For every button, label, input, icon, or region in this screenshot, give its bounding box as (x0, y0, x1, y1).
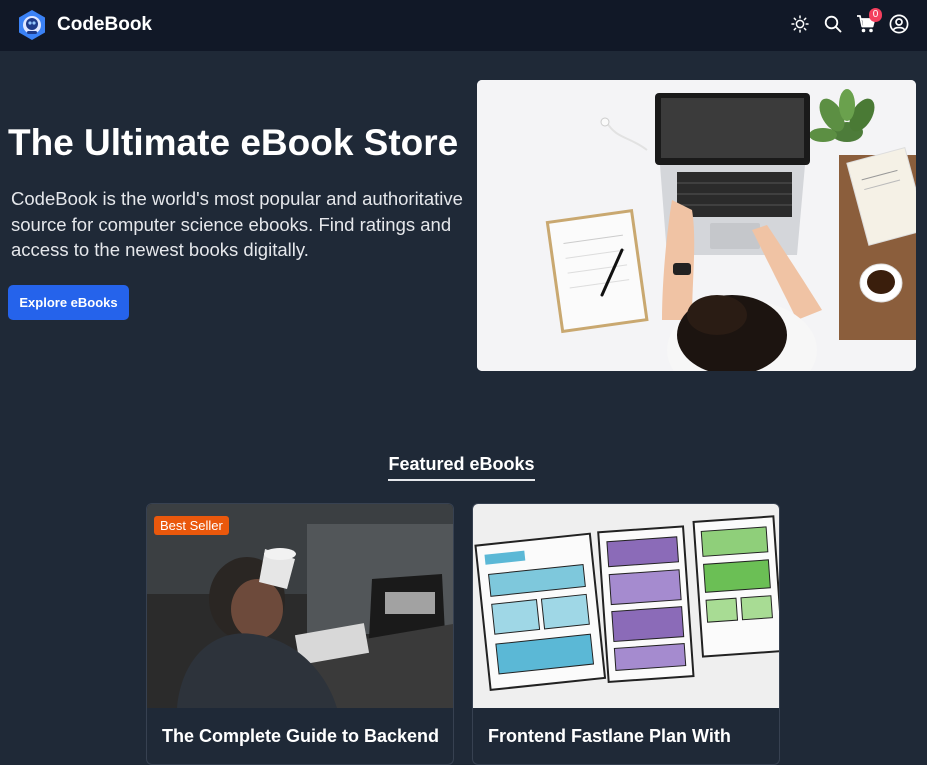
ebook-cover-image[interactable] (473, 504, 779, 708)
ebook-card-title[interactable]: Frontend Fastlane Plan With (488, 726, 773, 747)
search-icon[interactable] (822, 13, 844, 35)
best-seller-badge: Best Seller (154, 516, 229, 535)
ebook-card[interactable]: Frontend Fastlane Plan With (472, 503, 780, 765)
ebook-card-title[interactable]: The Complete Guide to Backend (162, 726, 447, 747)
featured-title: Featured eBooks (388, 454, 535, 481)
navbar-actions: 0 (789, 8, 910, 35)
codebook-logo-icon (19, 10, 45, 40)
user-icon[interactable] (888, 13, 910, 35)
hero-title: The Ultimate eBook Store (8, 122, 459, 163)
hero-description: CodeBook is the world's most popular and… (11, 188, 463, 260)
featured-heading: Featured eBooks (0, 454, 923, 481)
cart-button[interactable]: 0 (855, 8, 882, 35)
hero-image (477, 80, 916, 371)
brand-name: CodeBook (57, 14, 152, 35)
sun-icon[interactable] (789, 13, 811, 35)
brand-link[interactable]: CodeBook (16, 9, 152, 41)
cart-count-badge: 0 (869, 8, 882, 22)
explore-ebooks-button[interactable]: Explore eBooks (8, 285, 129, 320)
ebook-card[interactable]: Best Seller The Complete Guide to Backen… (146, 503, 454, 765)
navbar: CodeBook 0 (0, 0, 927, 52)
ebook-cover-image[interactable]: Best Seller (147, 504, 453, 708)
